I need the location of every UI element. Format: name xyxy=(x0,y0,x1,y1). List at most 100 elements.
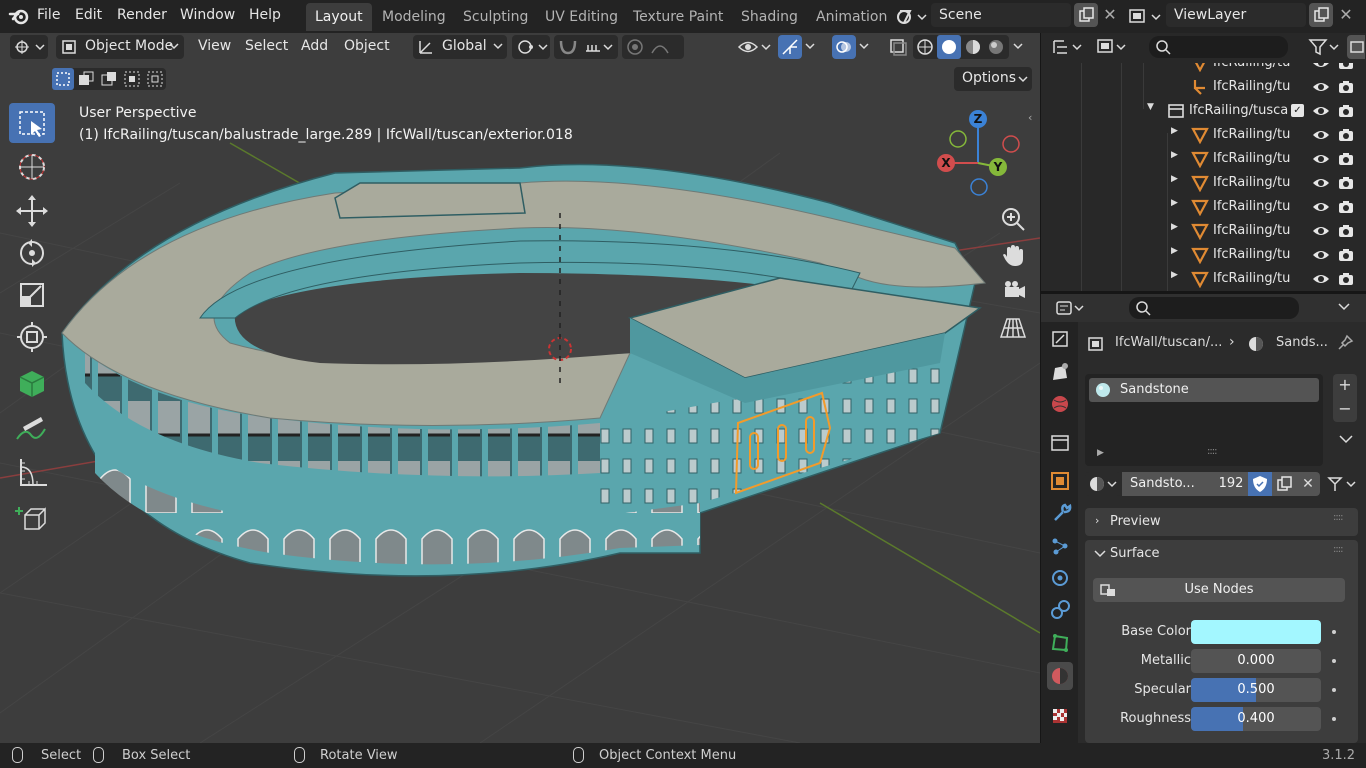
use-nodes-button[interactable]: Use Nodes xyxy=(1093,578,1345,602)
rotate-tool-icon[interactable] xyxy=(9,233,55,273)
select-intersect-icon[interactable] xyxy=(144,68,166,90)
annotate-tool-icon[interactable] xyxy=(9,411,55,451)
gizmo-toggle[interactable] xyxy=(778,35,802,59)
resize-handle-icon[interactable]: :::: xyxy=(1207,446,1218,457)
chevron-down-icon[interactable] xyxy=(1337,302,1351,312)
camera-render-icon[interactable] xyxy=(1337,222,1355,240)
fake-user-button[interactable] xyxy=(1248,472,1272,496)
eye-icon[interactable] xyxy=(1312,150,1330,168)
outliner-row[interactable]: ▶ IfcRailing/tu xyxy=(1041,123,1366,147)
select-extend-icon[interactable] xyxy=(75,68,97,90)
expand-arrow-icon[interactable]: ▶ xyxy=(1171,63,1178,64)
chevron-down-icon[interactable] xyxy=(858,43,872,51)
eye-icon[interactable] xyxy=(1312,126,1330,144)
visibility-dropdown[interactable] xyxy=(736,35,774,59)
collection-tab-icon[interactable] xyxy=(1047,428,1073,456)
eye-icon[interactable] xyxy=(1312,63,1330,72)
select-new-button[interactable] xyxy=(52,68,74,90)
link-type-dropdown[interactable] xyxy=(1325,472,1361,496)
camera-render-icon[interactable] xyxy=(1337,270,1355,288)
expand-icon[interactable]: ▶ xyxy=(1097,448,1104,458)
chevron-down-icon[interactable] xyxy=(1012,43,1026,51)
material-tab[interactable] xyxy=(1047,662,1073,690)
zoom-icon[interactable] xyxy=(997,203,1029,235)
tab-layout[interactable]: Layout xyxy=(306,3,372,31)
specular-socket-icon[interactable] xyxy=(1332,688,1336,692)
close-icon[interactable]: ✕ xyxy=(1336,3,1356,27)
outliner-editor-type[interactable] xyxy=(1051,35,1087,59)
eye-icon[interactable] xyxy=(1312,78,1330,96)
overlays-toggle[interactable] xyxy=(832,35,856,59)
camera-render-icon[interactable] xyxy=(1337,78,1355,96)
render-tab-icon[interactable] xyxy=(1047,358,1073,386)
expand-arrow-icon[interactable]: ▶ xyxy=(1171,270,1178,280)
options-dropdown[interactable]: Options xyxy=(954,67,1032,91)
pan-hand-icon[interactable] xyxy=(997,239,1029,271)
data-tab-icon[interactable] xyxy=(1047,628,1073,656)
scene-field[interactable]: Scene xyxy=(931,3,1071,27)
select-box-tool[interactable] xyxy=(9,103,55,143)
scale-tool-icon[interactable] xyxy=(9,275,55,315)
camera-render-icon[interactable] xyxy=(1337,174,1355,192)
browse-material-dropdown[interactable] xyxy=(1085,472,1121,496)
blender-logo-icon[interactable] xyxy=(8,6,30,26)
xray-toggle[interactable] xyxy=(886,35,910,59)
remove-slot-button[interactable]: − xyxy=(1333,398,1357,422)
material-preview-icon[interactable] xyxy=(964,38,982,56)
transform-tool-icon[interactable] xyxy=(9,317,55,357)
view-layer-field[interactable]: ViewLayer xyxy=(1166,3,1306,27)
add-object-tool-icon[interactable] xyxy=(9,501,55,541)
camera-render-icon[interactable] xyxy=(1337,102,1355,120)
metallic-slider[interactable]: 0.000 xyxy=(1191,649,1321,673)
expand-arrow-icon[interactable]: ▶ xyxy=(1171,198,1178,208)
snap-toggle[interactable] xyxy=(554,35,618,59)
material-name-field[interactable]: Sandsto... xyxy=(1122,472,1214,496)
physics-tab-icon[interactable] xyxy=(1047,564,1073,592)
particles-tab-icon[interactable] xyxy=(1047,532,1073,560)
properties-search-input[interactable] xyxy=(1129,297,1299,319)
new-collection-button[interactable] xyxy=(1347,35,1365,59)
menu-object[interactable]: Object xyxy=(344,38,390,54)
expand-arrow-icon[interactable]: ▶ xyxy=(1171,126,1178,136)
roughness-slider[interactable]: 0.400 xyxy=(1191,707,1321,731)
eye-icon[interactable] xyxy=(1312,270,1330,288)
duplicate-material-button[interactable] xyxy=(1272,472,1296,496)
perspective-grid-icon[interactable] xyxy=(997,311,1029,343)
measure-tool-icon[interactable] xyxy=(9,453,55,493)
unlink-material-button[interactable]: ✕ xyxy=(1296,472,1320,496)
tab-modeling[interactable]: Modeling xyxy=(373,3,455,31)
mode-dropdown[interactable]: Object Mode xyxy=(56,35,184,59)
menu-select[interactable]: Select xyxy=(245,38,288,54)
new-scene-button[interactable] xyxy=(1074,3,1098,27)
chevron-down-icon[interactable] xyxy=(804,43,818,51)
tab-shading[interactable]: Shading xyxy=(732,3,807,31)
sidebar-toggle-icon[interactable]: ‹ xyxy=(1028,111,1040,129)
constraints-tab-icon[interactable] xyxy=(1047,596,1073,624)
menu-add[interactable]: Add xyxy=(301,38,328,54)
expand-open-icon[interactable]: ▼ xyxy=(1147,102,1154,112)
metallic-socket-icon[interactable] xyxy=(1332,659,1336,663)
solid-shading-button[interactable] xyxy=(937,35,961,59)
eye-icon[interactable] xyxy=(1312,246,1330,264)
move-tool-icon[interactable] xyxy=(9,191,55,231)
cursor-tool-icon[interactable] xyxy=(9,147,55,187)
eye-icon[interactable] xyxy=(1312,198,1330,216)
new-view-layer-button[interactable] xyxy=(1309,3,1333,27)
display-mode-dropdown[interactable] xyxy=(1095,35,1131,59)
outliner-search-input[interactable] xyxy=(1149,36,1288,58)
surface-panel-header[interactable]: Surface :::: xyxy=(1085,540,1358,568)
properties-editor-type[interactable] xyxy=(1053,296,1089,320)
3d-viewport[interactable]: Object Mode View Select Add Object Globa… xyxy=(0,33,1040,743)
pivot-point-dropdown[interactable] xyxy=(512,35,550,59)
preview-panel-header[interactable]: › Preview :::: xyxy=(1085,508,1358,536)
camera-render-icon[interactable] xyxy=(1337,126,1355,144)
texture-tab-icon[interactable] xyxy=(1047,702,1073,730)
outliner-row[interactable]: ▶ IfcRailing/tu xyxy=(1041,243,1366,267)
close-icon[interactable]: ✕ xyxy=(1100,3,1120,27)
select-subtract-icon[interactable] xyxy=(98,68,120,90)
add-cube-tool-icon[interactable] xyxy=(9,363,55,403)
expand-arrow-icon[interactable]: ▶ xyxy=(1171,174,1178,184)
outliner-row[interactable]: ▶ IfcRailing/tu xyxy=(1041,267,1366,291)
camera-render-icon[interactable] xyxy=(1337,63,1355,72)
camera-render-icon[interactable] xyxy=(1337,246,1355,264)
